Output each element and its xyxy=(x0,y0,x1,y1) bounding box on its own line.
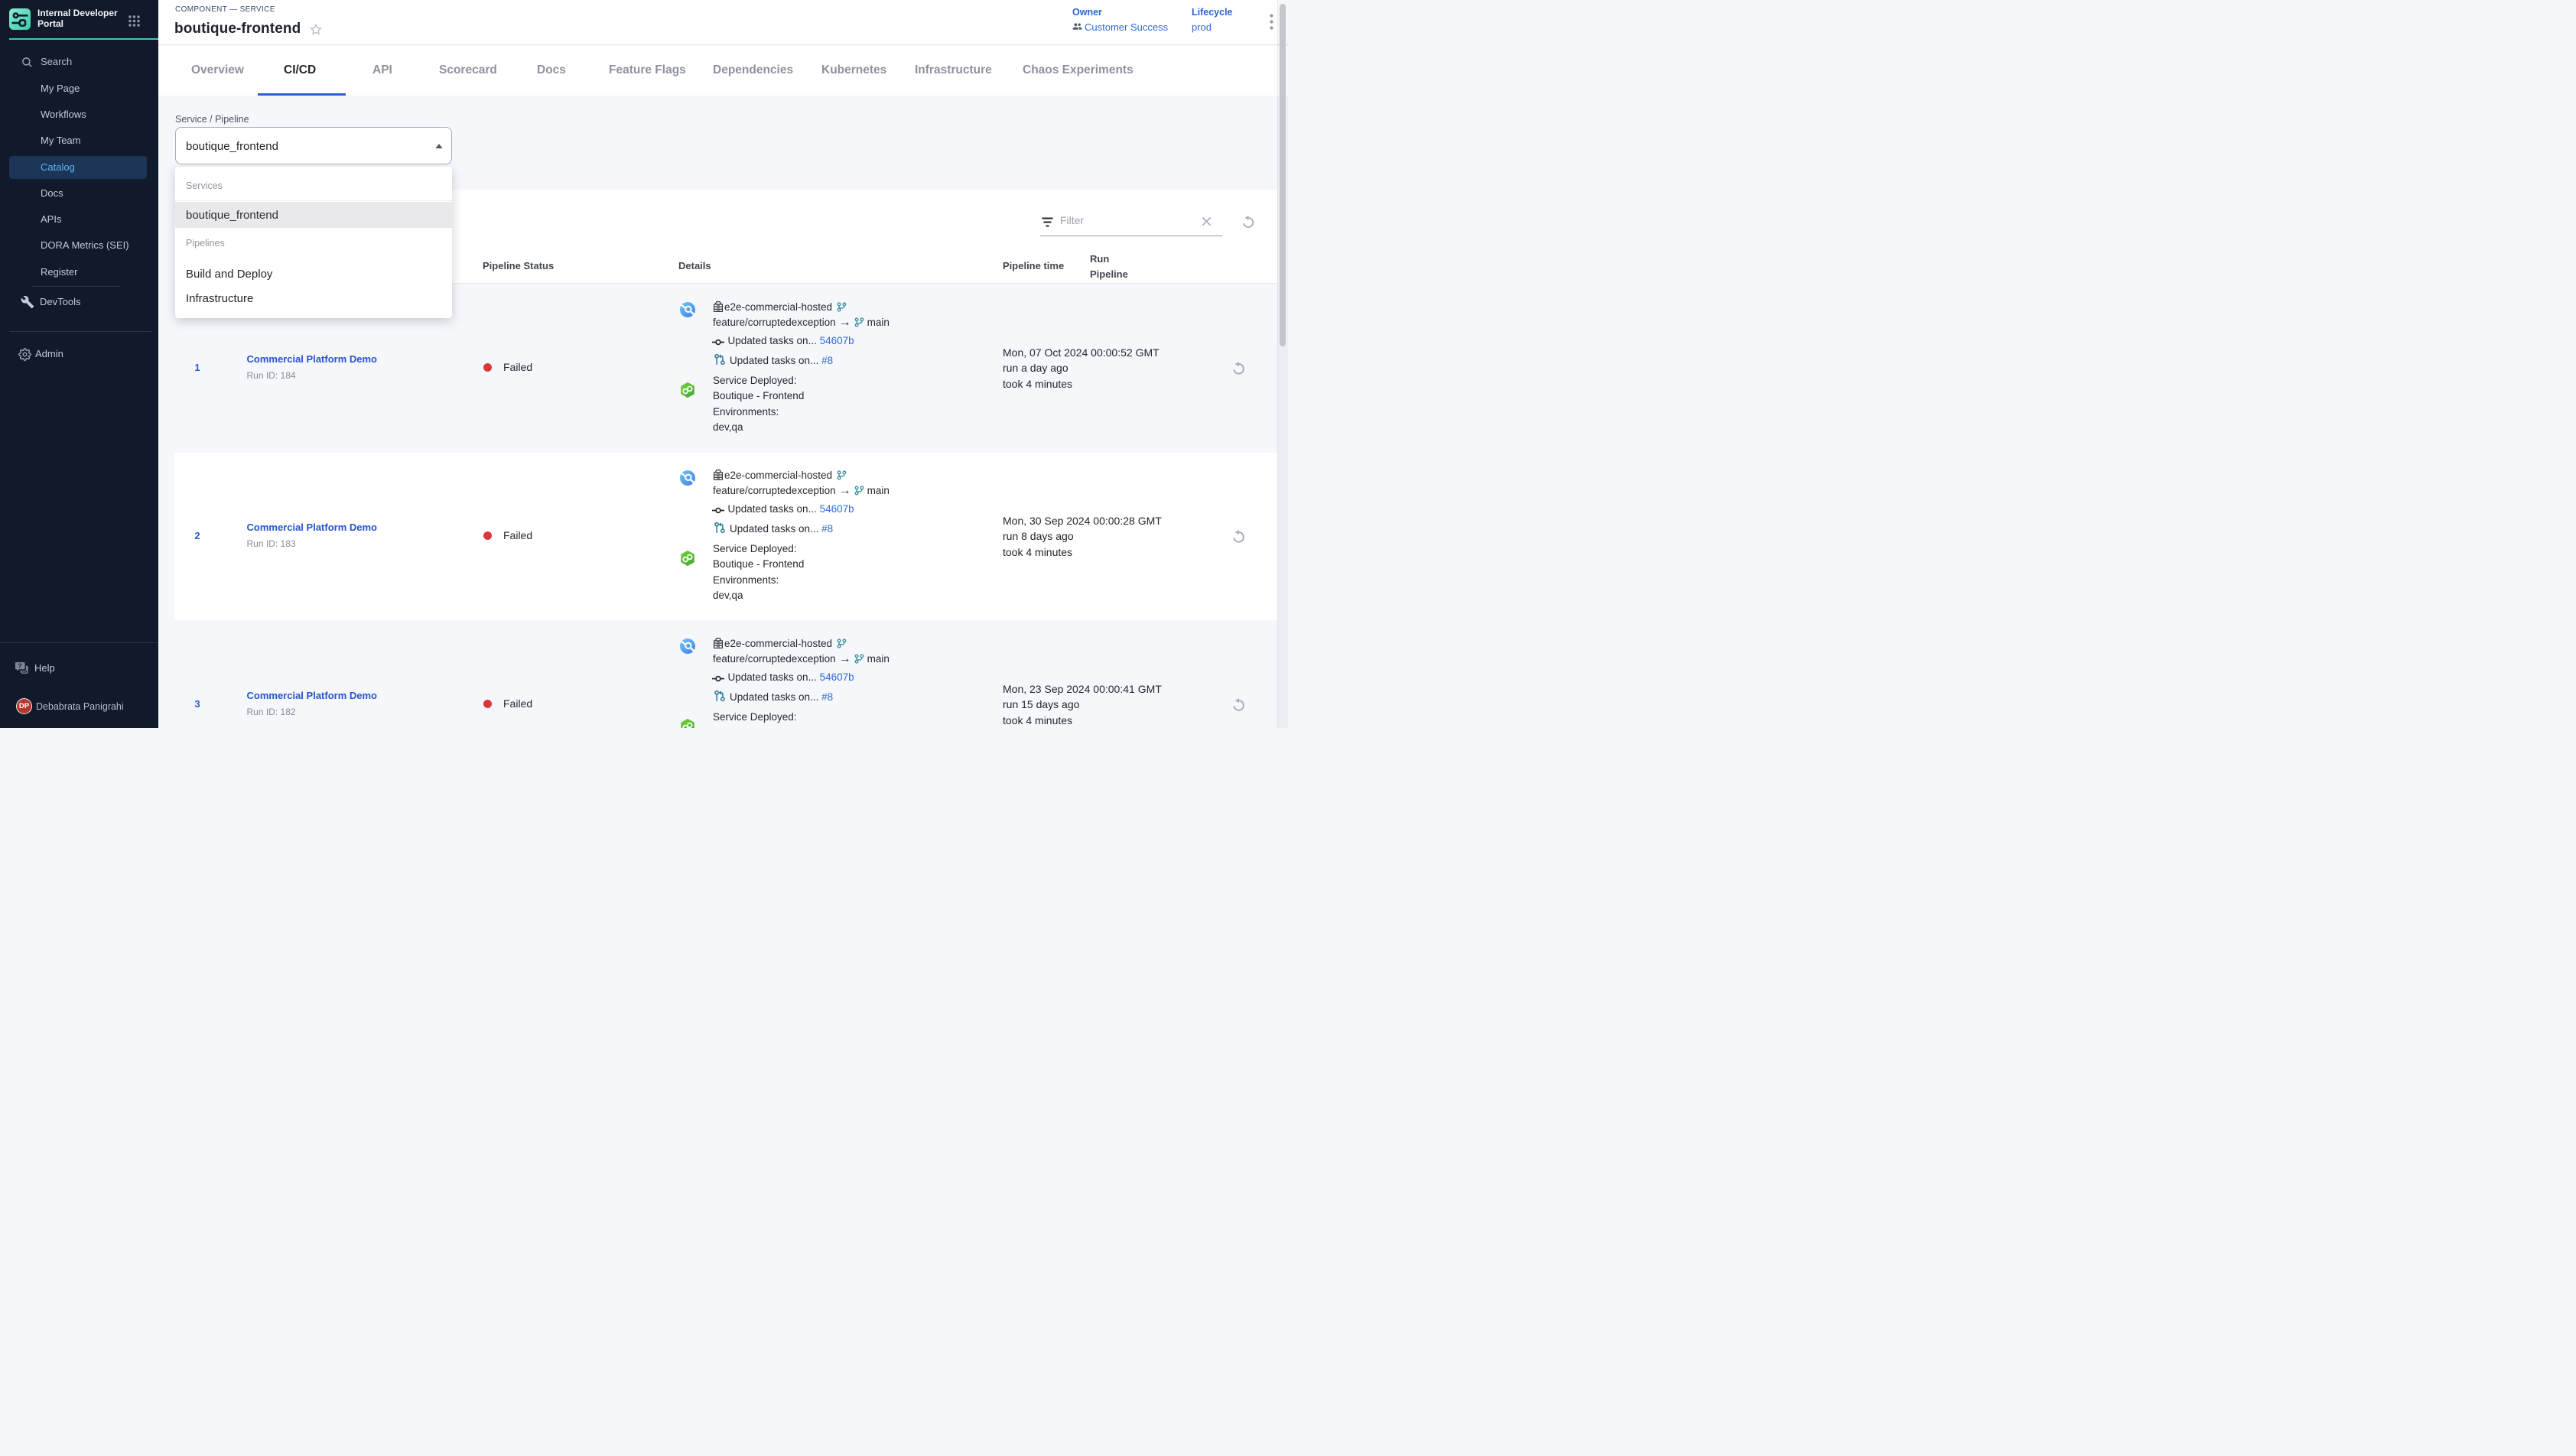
svg-text:?: ? xyxy=(18,662,21,670)
